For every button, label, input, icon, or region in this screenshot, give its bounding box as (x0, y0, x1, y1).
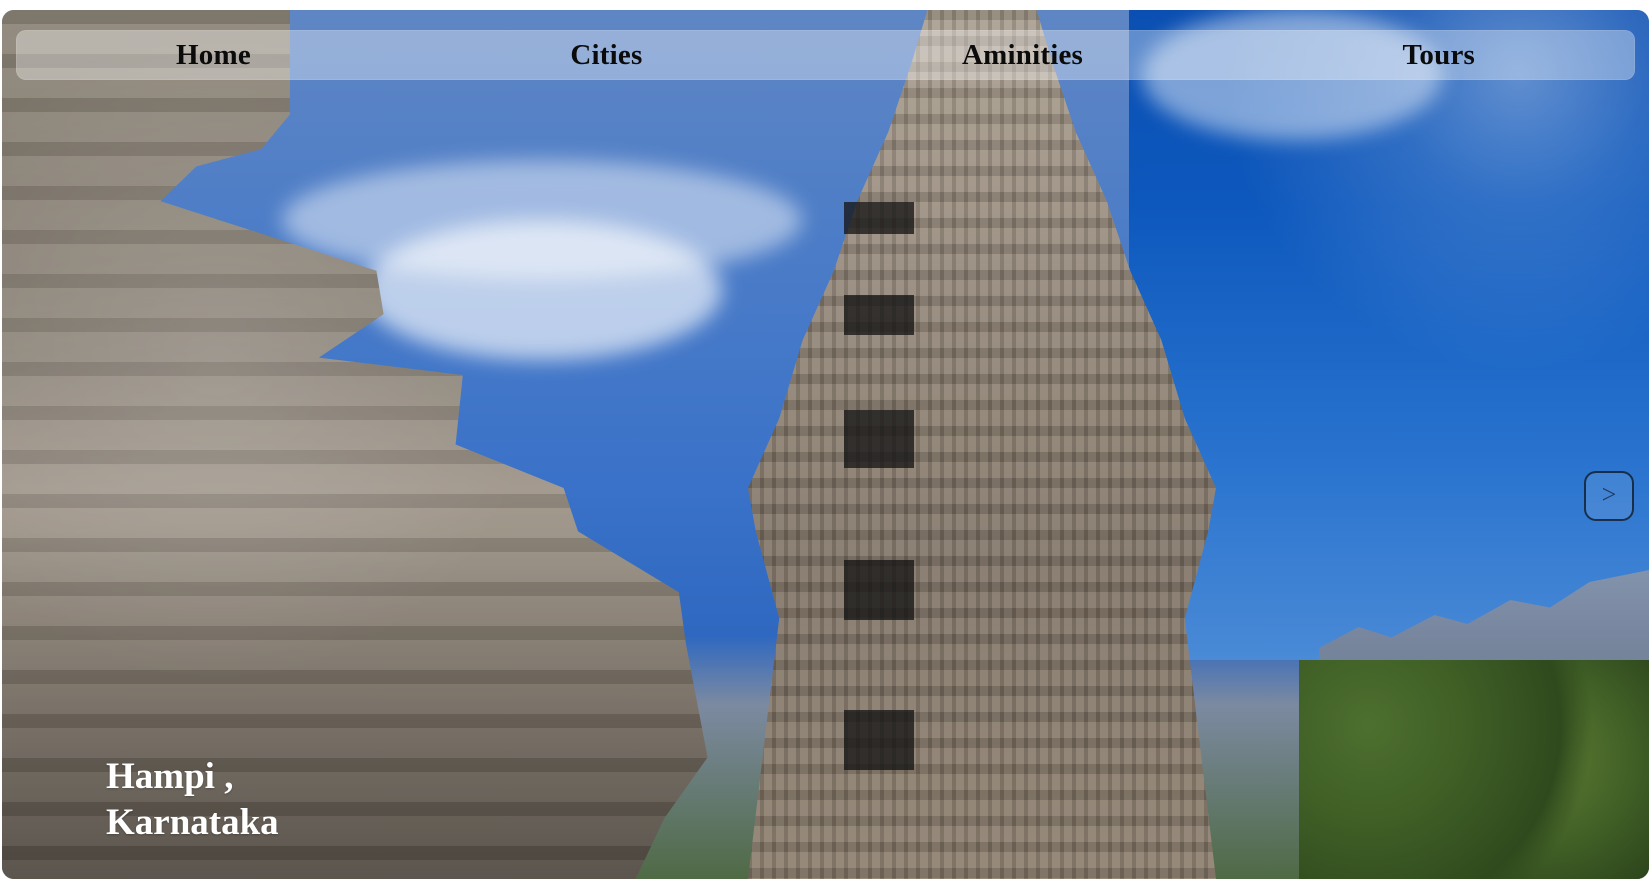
trees (1299, 660, 1649, 879)
nav-aminities-link[interactable]: Aminities (962, 39, 1083, 72)
temple-windows (844, 190, 914, 810)
hero-location-caption: Hampi , Karnataka (106, 754, 366, 846)
nav-home-link[interactable]: Home (176, 39, 251, 72)
nav-tours-link[interactable]: Tours (1403, 39, 1475, 72)
hero-banner: Home Cities Aminities Tours > Hampi , Ka… (2, 10, 1649, 879)
chevron-right-icon: > (1601, 480, 1617, 509)
caption-line: Karnataka (106, 802, 279, 843)
cloud (362, 220, 722, 360)
carousel-next-button[interactable]: > (1584, 471, 1634, 521)
top-navigation: Home Cities Aminities Tours (16, 30, 1635, 80)
caption-line: Hampi , (106, 756, 234, 797)
nav-cities-link[interactable]: Cities (570, 39, 642, 72)
rock-shadows (2, 10, 708, 879)
